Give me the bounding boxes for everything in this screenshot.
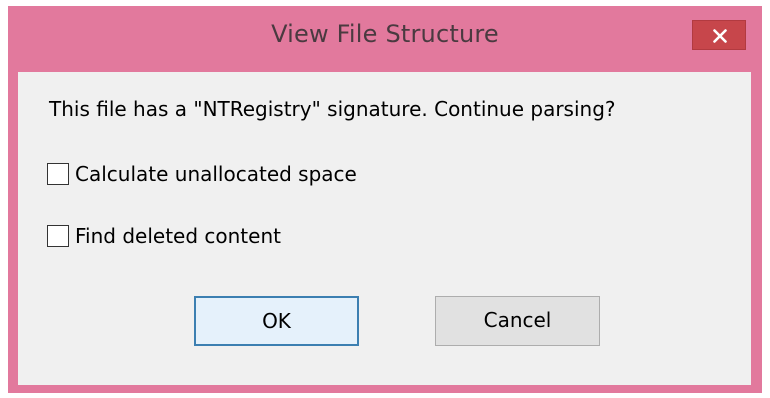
- dialog-body: This file has a "NTRegistry" signature. …: [18, 72, 751, 385]
- close-icon: [713, 29, 727, 43]
- close-button[interactable]: [692, 20, 746, 50]
- find-deleted-content-checkbox[interactable]: [47, 225, 69, 247]
- calculate-unallocated-checkbox[interactable]: [47, 163, 69, 185]
- dialog-message: This file has a "NTRegistry" signature. …: [49, 97, 616, 121]
- find-deleted-content-checkbox-row[interactable]: Find deleted content: [47, 223, 281, 249]
- title-bar[interactable]: View File Structure: [8, 6, 762, 72]
- find-deleted-content-label[interactable]: Find deleted content: [75, 224, 281, 248]
- calculate-unallocated-label[interactable]: Calculate unallocated space: [75, 162, 357, 186]
- cancel-button[interactable]: Cancel: [435, 296, 600, 346]
- calculate-unallocated-checkbox-row[interactable]: Calculate unallocated space: [47, 161, 357, 187]
- ok-button[interactable]: OK: [194, 296, 359, 346]
- dialog-title: View File Structure: [271, 20, 499, 48]
- dialog-window: View File Structure This file has a "NTR…: [8, 6, 762, 393]
